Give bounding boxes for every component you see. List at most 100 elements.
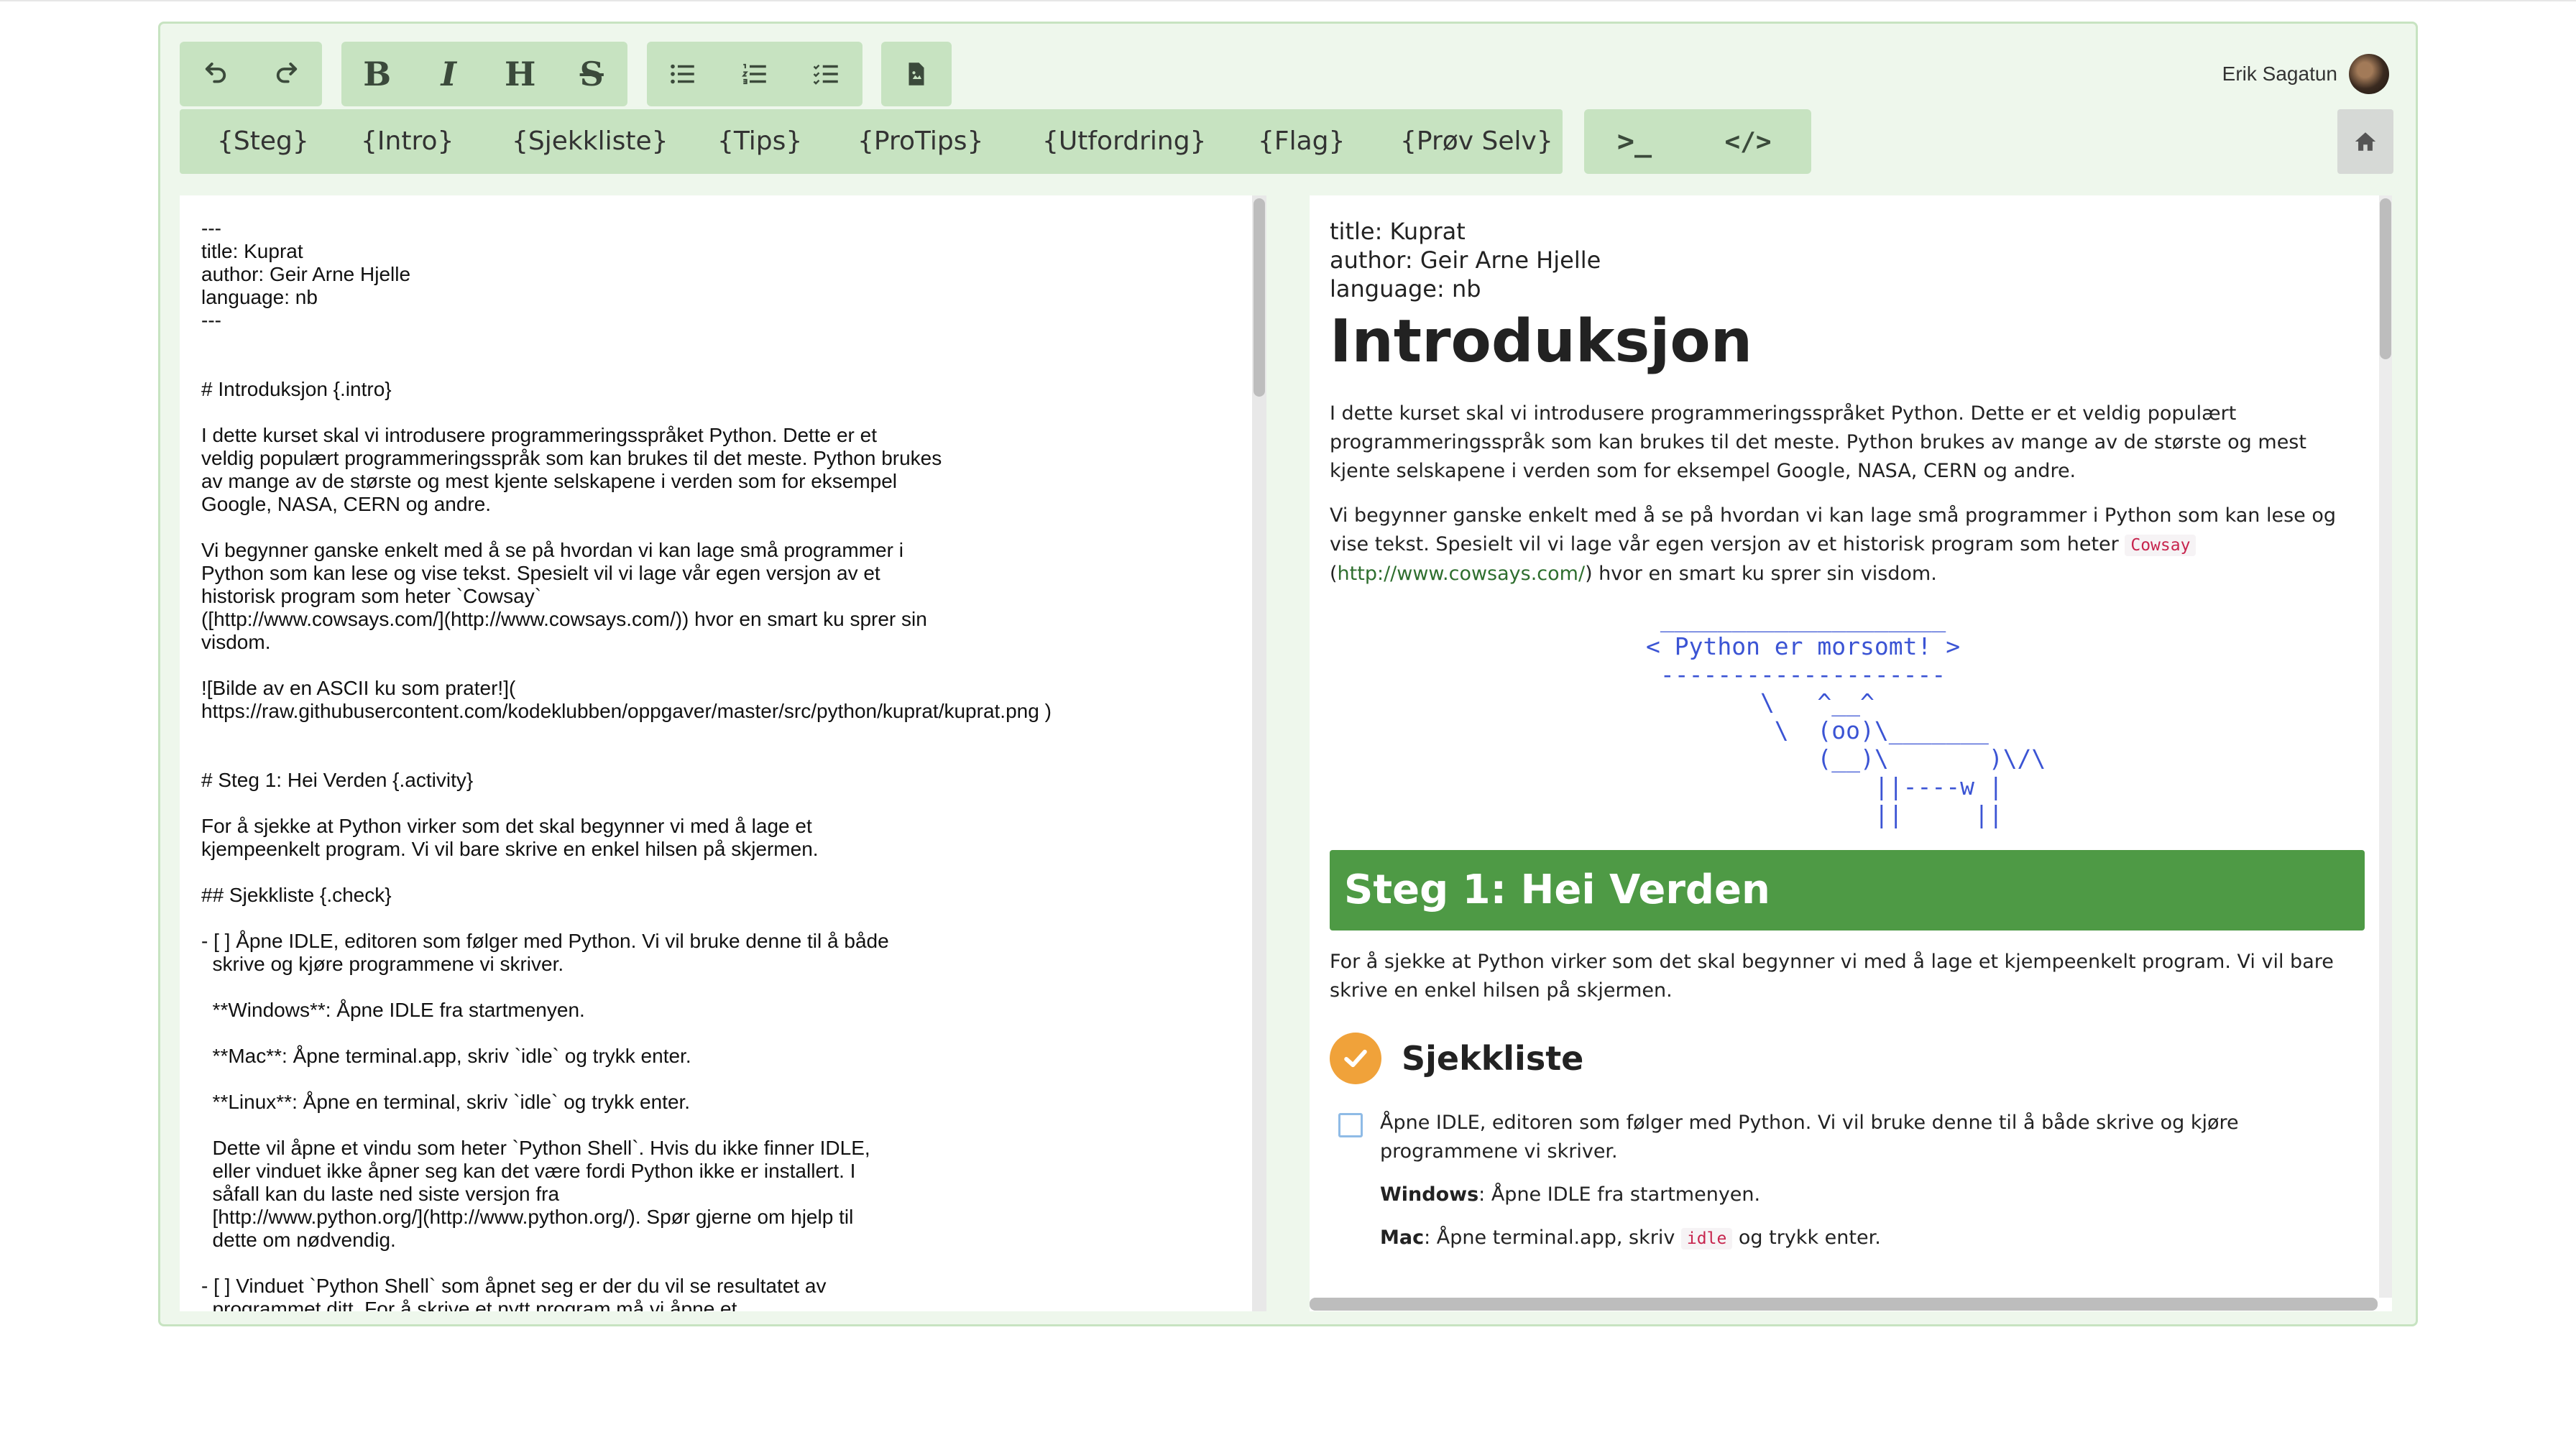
editor-line: author: Geir Arne Hjelle — [201, 263, 411, 285]
inline-code: idle — [1680, 1228, 1733, 1250]
code-block-button[interactable]: </> — [1685, 110, 1811, 173]
editor-line: **Mac**: Åpne terminal.app, skriv `idle`… — [201, 1045, 691, 1067]
terminal-button[interactable]: >_ — [1584, 110, 1685, 173]
file-group — [881, 42, 952, 106]
markdown-editor[interactable]: --- title: Kuprat author: Geir Arne Hjelle… — [180, 195, 1266, 1311]
checklist-item: Åpne IDLE, editoren som følger med Pytho… — [1330, 1109, 2365, 1166]
editor-line: --- — [201, 309, 221, 331]
editor-line: eller vinduet ikke åpner seg kan det vær… — [201, 1160, 856, 1182]
undo-icon — [205, 63, 226, 83]
editor-line: title: Kuprat — [201, 240, 303, 262]
tag-steg[interactable]: {Steg} — [217, 109, 309, 174]
home-icon — [2355, 132, 2376, 151]
checklist-icon — [813, 64, 838, 85]
checkbox[interactable] — [1338, 1113, 1363, 1137]
editor-content[interactable]: --- title: Kuprat author: Geir Arne Hjelle… — [201, 217, 1208, 1311]
tag-tips[interactable]: {Tips} — [717, 109, 802, 174]
meta-language: language: nb — [1330, 275, 1481, 303]
editor-line: Python som kan lese og vise tekst. Spesi… — [201, 562, 880, 584]
heading-button[interactable]: H — [484, 42, 556, 106]
editor-line: - [ ] Åpne IDLE, editoren som følger med… — [201, 930, 889, 952]
editor-scroll-thumb[interactable] — [1254, 198, 1265, 397]
editor-line: programmet ditt. For å skrive et nytt pr… — [201, 1298, 737, 1311]
tag-prov-selv[interactable]: {Prøv Selv} — [1400, 109, 1553, 174]
editor-scrollbar[interactable] — [1252, 195, 1266, 1311]
tag-bar: {Steg} {Intro} {Sjekkliste} {Tips} {ProT… — [180, 109, 1563, 174]
meta-author: author: Geir Arne Hjelle — [1330, 246, 1601, 274]
editor-line: såfall kan du laste ned siste versjon fr… — [201, 1183, 560, 1205]
editor-line: language: nb — [201, 286, 318, 308]
bullet-list-icon — [671, 64, 694, 84]
checklist-label: Sjekkliste — [1402, 1039, 1584, 1078]
editor-line: - [ ] Vinduet `Python Shell` som åpnet s… — [201, 1275, 827, 1297]
editor-line: skrive og kjøre programmene vi skriver. — [201, 953, 564, 975]
editor-line: https://raw.githubusercontent.com/kodekl… — [201, 700, 1052, 722]
bullet-list-button[interactable] — [647, 42, 719, 106]
intro-paragraph-1: I dette kurset skal vi introdusere progr… — [1330, 402, 2306, 482]
mac-instruction: Mac: Åpne terminal.app, skriv idle og tr… — [1380, 1227, 1881, 1250]
editor-line: Google, NASA, CERN og andre. — [201, 493, 492, 515]
code-group: >_ </> — [1584, 109, 1811, 174]
cowsays-link[interactable]: http://www.cowsays.com/ — [1338, 563, 1586, 585]
redo-icon — [276, 63, 297, 83]
terminal-icon: >_ — [1616, 125, 1652, 158]
editor-line: --- — [201, 217, 221, 239]
editor-line: **Windows**: Åpne IDLE fra startmenyen. — [201, 999, 585, 1021]
tag-flag[interactable]: {Flag} — [1258, 109, 1345, 174]
editor-line: ![Bilde av en ASCII ku som prater!]( — [201, 677, 516, 699]
redo-button[interactable] — [251, 42, 322, 106]
list-group — [647, 42, 862, 106]
user-name: Erik Sagatun — [2222, 63, 2337, 85]
preview-scroll-thumb[interactable] — [2380, 198, 2391, 359]
tag-protips[interactable]: {ProTips} — [857, 109, 983, 174]
undo-button[interactable] — [180, 42, 251, 106]
top-divider — [0, 0, 2576, 1]
tag-utfordring[interactable]: {Utfordring} — [1042, 109, 1206, 174]
editor-line: visdom. — [201, 631, 271, 653]
home-button[interactable] — [2337, 109, 2393, 174]
page-title: Introduksjon — [1330, 308, 1753, 376]
editor-line: I dette kurset skal vi introdusere progr… — [201, 424, 877, 446]
numbered-list-button[interactable] — [719, 42, 791, 106]
avatar — [2349, 54, 2389, 94]
preview-horizontal-scrollbar[interactable] — [1310, 1298, 2378, 1311]
save-file-button[interactable] — [881, 42, 952, 106]
editor-line: # Steg 1: Hei Verden {.activity} — [201, 769, 474, 791]
format-group: B I H S — [341, 42, 627, 106]
italic-button[interactable]: I — [413, 42, 485, 106]
tag-intro[interactable]: {Intro} — [361, 109, 454, 174]
user-menu[interactable]: Erik Sagatun — [2222, 54, 2389, 94]
checkmark-icon — [1330, 1033, 1381, 1084]
inline-code: Cowsay — [2125, 535, 2196, 556]
editor-line: # Introduksjon {.intro} — [201, 378, 392, 400]
numbered-list-icon — [742, 63, 766, 85]
code-icon: </> — [1724, 126, 1772, 157]
history-group — [180, 42, 322, 106]
checklist-heading: Sjekkliste — [1330, 1033, 2365, 1084]
editor-line: [http://www.python.org/](http://www.pyth… — [201, 1206, 854, 1228]
preview-scrollbar[interactable] — [2379, 195, 2392, 1298]
ascii-cow-image: ____________________ < Python er morsomt… — [1646, 604, 2046, 828]
file-icon — [908, 63, 924, 86]
editor-line: ## Sjekkliste {.check} — [201, 884, 392, 906]
bold-button[interactable]: B — [341, 42, 413, 106]
tag-sjekkliste[interactable]: {Sjekkliste} — [512, 109, 668, 174]
intro-paragraph-2: Vi begynner ganske enkelt med å se på hv… — [1330, 504, 2337, 585]
step-heading: Steg 1: Hei Verden — [1330, 850, 2365, 931]
editor-line: dette om nødvendig. — [201, 1229, 396, 1251]
strikethrough-button[interactable]: S — [556, 42, 628, 106]
checklist-button[interactable] — [791, 42, 862, 106]
editor-line: Dette vil åpne et vindu som heter `Pytho… — [201, 1137, 870, 1159]
editor-line: kjempeenkelt program. Vi vil bare skrive… — [201, 838, 819, 860]
editor-line: For å sjekke at Python virker som det sk… — [201, 815, 812, 837]
